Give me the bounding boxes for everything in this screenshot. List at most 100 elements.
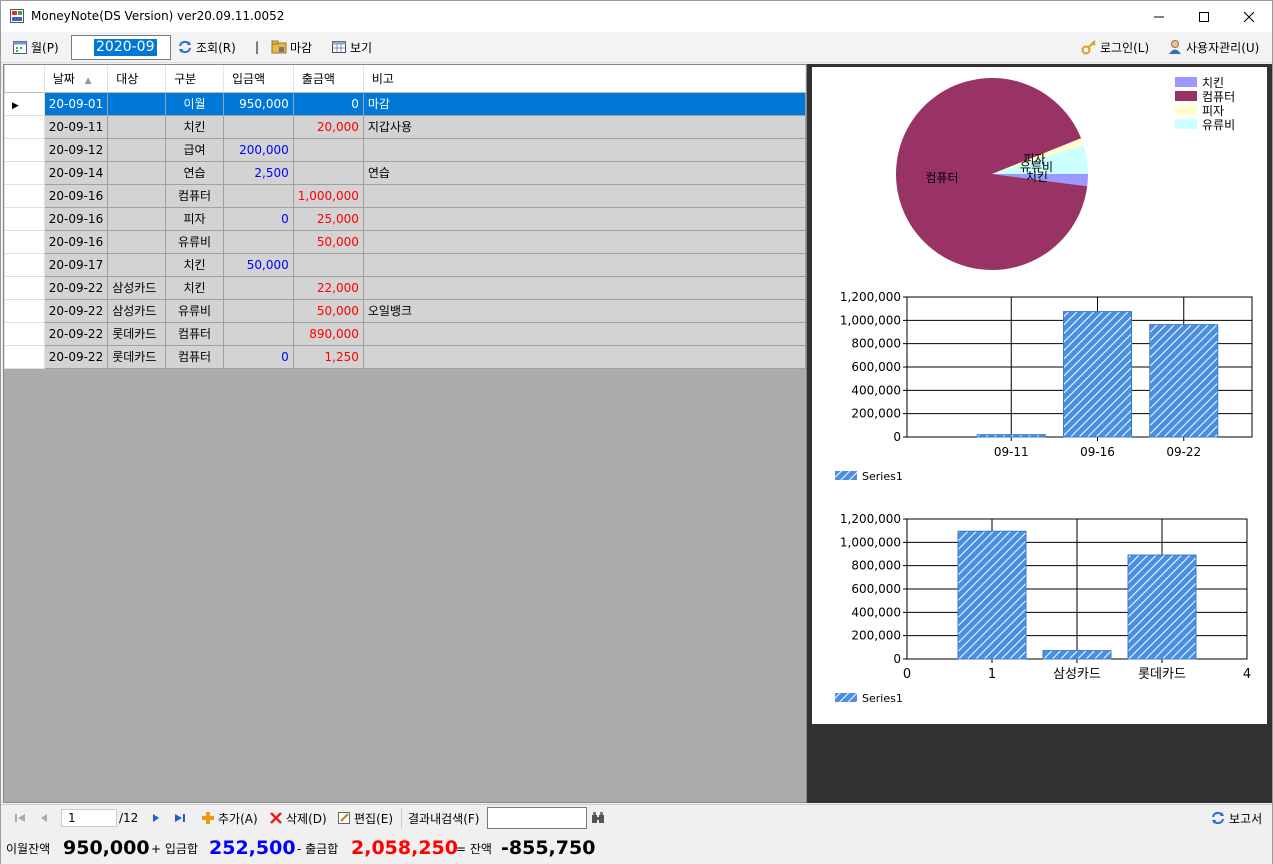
cell-target[interactable] xyxy=(107,114,167,139)
cell-note[interactable] xyxy=(362,183,807,208)
cell-target[interactable]: 삼성카드 xyxy=(107,275,167,300)
cell-withdraw[interactable] xyxy=(292,252,364,277)
cell-category[interactable]: 피자 xyxy=(165,206,224,231)
cell-note[interactable] xyxy=(362,275,807,300)
cell-note[interactable]: 마감 xyxy=(362,91,807,116)
move-first-button[interactable] xyxy=(13,809,27,827)
cell-target[interactable]: 롯데카드 xyxy=(107,344,167,369)
row-header[interactable]: ▶ xyxy=(4,91,45,116)
close-month-button[interactable]: 마감 xyxy=(271,37,312,57)
cell-category[interactable]: 유류비 xyxy=(165,298,224,323)
column-header-date[interactable]: 날짜 ▲ xyxy=(44,65,109,93)
cell-category[interactable]: 컴퓨터 xyxy=(165,183,224,208)
table-row[interactable]: 20-09-16 피자 0 25,000 xyxy=(4,206,807,231)
column-header-deposit[interactable]: 입금액 xyxy=(223,65,294,93)
table-row[interactable]: 20-09-14 연습 2,500 연습 xyxy=(4,160,807,185)
cell-deposit[interactable]: 50,000 xyxy=(222,252,294,277)
close-window-button[interactable] xyxy=(1226,1,1272,32)
cell-note[interactable]: 연습 xyxy=(362,160,807,185)
cell-category[interactable]: 치킨 xyxy=(165,252,224,277)
minimize-button[interactable] xyxy=(1136,1,1182,32)
delete-button[interactable]: 삭제(D) xyxy=(269,809,327,827)
row-header[interactable] xyxy=(4,275,45,300)
cell-date[interactable]: 20-09-22 xyxy=(43,275,109,300)
cell-note[interactable] xyxy=(362,137,807,162)
table-row[interactable]: 20-09-11 치킨 20,000 지갑사용 xyxy=(4,114,807,139)
cell-category[interactable]: 급여 xyxy=(165,137,224,162)
cell-target[interactable]: 삼성카드 xyxy=(107,298,167,323)
cell-date[interactable]: 20-09-12 xyxy=(43,137,109,162)
cell-deposit[interactable]: 2,500 xyxy=(222,160,294,185)
cell-note[interactable] xyxy=(362,344,807,369)
cell-note[interactable] xyxy=(362,206,807,231)
cell-withdraw[interactable]: 50,000 xyxy=(292,229,364,254)
row-header[interactable] xyxy=(4,160,45,185)
month-button[interactable]: 월(P) xyxy=(12,37,59,57)
row-header[interactable] xyxy=(4,252,45,277)
cell-target[interactable] xyxy=(107,183,167,208)
column-header-note[interactable]: 비고 xyxy=(363,65,807,93)
cell-withdraw[interactable]: 890,000 xyxy=(292,321,364,346)
cell-target[interactable] xyxy=(107,91,167,116)
table-row[interactable]: ▶ 20-09-01 이월 950,000 0 마감 xyxy=(4,91,807,116)
add-button[interactable]: 추가(A) xyxy=(201,809,258,827)
cell-note[interactable] xyxy=(362,321,807,346)
cell-category[interactable]: 컴퓨터 xyxy=(165,321,224,346)
view-button[interactable]: 보기 xyxy=(331,37,372,57)
cell-note[interactable]: 오일뱅크 xyxy=(362,298,807,323)
cell-withdraw[interactable] xyxy=(292,160,364,185)
cell-category[interactable]: 유류비 xyxy=(165,229,224,254)
maximize-button[interactable] xyxy=(1181,1,1227,32)
month-input[interactable]: 2020-09 xyxy=(71,35,171,60)
cell-category[interactable]: 연습 xyxy=(165,160,224,185)
cell-category[interactable]: 이월 xyxy=(165,91,224,116)
column-header-withdraw[interactable]: 출금액 xyxy=(293,65,364,93)
table-row[interactable]: 20-09-22 삼성카드 치킨 22,000 xyxy=(4,275,807,300)
row-header[interactable] xyxy=(4,344,45,369)
column-header-category[interactable]: 구분 xyxy=(165,65,224,93)
cell-deposit[interactable] xyxy=(222,183,294,208)
cell-date[interactable]: 20-09-16 xyxy=(43,206,109,231)
cell-date[interactable]: 20-09-01 xyxy=(43,91,109,116)
cell-deposit[interactable] xyxy=(222,114,294,139)
user-admin-button[interactable]: 사용자관리(U) xyxy=(1167,37,1259,57)
row-header[interactable] xyxy=(4,321,45,346)
cell-note[interactable]: 지갑사용 xyxy=(362,114,807,139)
login-button[interactable]: 로그인(L) xyxy=(1081,37,1149,57)
table-row[interactable]: 20-09-16 컴퓨터 1,000,000 xyxy=(4,183,807,208)
cell-target[interactable] xyxy=(107,160,167,185)
cell-date[interactable]: 20-09-22 xyxy=(43,298,109,323)
edit-button[interactable]: 편집(E) xyxy=(337,809,393,827)
cell-date[interactable]: 20-09-11 xyxy=(43,114,109,139)
search-input[interactable] xyxy=(487,807,587,829)
move-last-button[interactable] xyxy=(173,809,187,827)
cell-category[interactable]: 치킨 xyxy=(165,275,224,300)
cell-withdraw[interactable]: 50,000 xyxy=(292,298,364,323)
cell-deposit[interactable]: 0 xyxy=(222,206,294,231)
cell-date[interactable]: 20-09-16 xyxy=(43,229,109,254)
cell-deposit[interactable]: 0 xyxy=(222,344,294,369)
cell-deposit[interactable] xyxy=(222,321,294,346)
cell-withdraw[interactable]: 0 xyxy=(292,91,364,116)
cell-target[interactable]: 롯데카드 xyxy=(107,321,167,346)
cell-date[interactable]: 20-09-16 xyxy=(43,183,109,208)
cell-withdraw[interactable]: 25,000 xyxy=(292,206,364,231)
row-header[interactable] xyxy=(4,183,45,208)
cell-deposit[interactable]: 200,000 xyxy=(222,137,294,162)
table-row[interactable]: 20-09-16 유류비 50,000 xyxy=(4,229,807,254)
cell-target[interactable] xyxy=(107,137,167,162)
cell-deposit[interactable] xyxy=(222,275,294,300)
cell-note[interactable] xyxy=(362,229,807,254)
table-row[interactable]: 20-09-22 롯데카드 컴퓨터 890,000 xyxy=(4,321,807,346)
cell-date[interactable]: 20-09-17 xyxy=(43,252,109,277)
cell-withdraw[interactable]: 1,000,000 xyxy=(292,183,364,208)
row-header[interactable] xyxy=(4,114,45,139)
cell-date[interactable]: 20-09-14 xyxy=(43,160,109,185)
cell-deposit[interactable] xyxy=(222,298,294,323)
binoculars-search-button[interactable] xyxy=(591,809,605,827)
column-header-target[interactable]: 대상 xyxy=(107,65,167,93)
cell-deposit[interactable] xyxy=(222,229,294,254)
table-row[interactable]: 20-09-12 급여 200,000 xyxy=(4,137,807,162)
cell-target[interactable] xyxy=(107,229,167,254)
cell-withdraw[interactable]: 1,250 xyxy=(292,344,364,369)
